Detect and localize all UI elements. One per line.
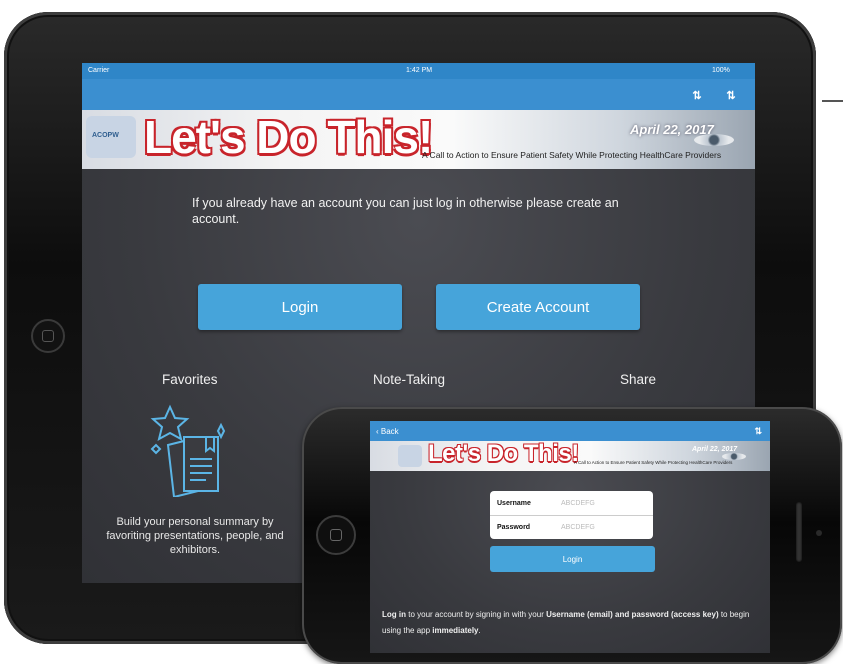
username-label: Username bbox=[497, 499, 531, 507]
organization-logo bbox=[398, 445, 422, 467]
phone-screen: ‹ Back ⇅ Let's Do This! A Call to Action… bbox=[370, 421, 770, 653]
login-instructions: Log in to your account by signing in wit… bbox=[382, 610, 750, 635]
phone-speaker bbox=[796, 502, 802, 562]
login-form: Username Password bbox=[490, 491, 653, 539]
login-button[interactable]: Login bbox=[198, 284, 402, 330]
username-row: Username bbox=[490, 491, 653, 515]
filter-icon[interactable]: ⇅ bbox=[724, 89, 738, 103]
phone-login-button[interactable]: Login bbox=[490, 546, 655, 572]
feature-title-share: Share bbox=[620, 372, 657, 387]
password-input[interactable] bbox=[559, 523, 653, 532]
tablet-navbar: ⇅ ⇅ bbox=[82, 79, 755, 110]
phone-banner-date: April 22, 2017 bbox=[692, 446, 738, 453]
carrier-label: Carrier bbox=[88, 67, 110, 74]
eye-image bbox=[694, 134, 734, 146]
phone-navbar: ‹ Back ⇅ bbox=[370, 421, 770, 441]
intro-text: If you already have an account you can j… bbox=[192, 196, 619, 226]
side-divider bbox=[822, 100, 843, 102]
status-bar: Carrier 1:42 PM 100% bbox=[82, 63, 755, 79]
favorites-document-star-icon bbox=[150, 404, 226, 497]
username-input[interactable] bbox=[559, 498, 653, 508]
battery-label: 100% bbox=[712, 67, 730, 74]
phone-camera bbox=[816, 530, 822, 536]
phone-event-banner: Let's Do This! A Call to Action to Ensur… bbox=[370, 441, 770, 471]
sort-icon[interactable]: ⇅ bbox=[690, 89, 704, 103]
tablet-home-button[interactable] bbox=[31, 319, 65, 353]
feature-title-note-taking: Note-Taking bbox=[373, 372, 446, 387]
phone-banner-title: Let's Do This! bbox=[428, 441, 579, 467]
organization-logo: ACOPW bbox=[86, 116, 136, 158]
favorites-description: Build your personal summary by favoritin… bbox=[106, 516, 284, 556]
password-label: Password bbox=[497, 524, 531, 531]
feature-title-favorites: Favorites bbox=[162, 372, 218, 387]
phone-banner-tagline: A Call to Action to Ensure Patient Safet… bbox=[574, 460, 733, 465]
event-banner: ACOPW Let's Do This! A Call to Action to… bbox=[82, 110, 755, 169]
password-row: Password bbox=[490, 515, 653, 539]
eye-image bbox=[722, 453, 746, 460]
sort-icon[interactable]: ⇅ bbox=[754, 426, 762, 437]
back-button[interactable]: ‹ Back bbox=[376, 427, 399, 436]
phone-home-button[interactable] bbox=[316, 515, 356, 555]
create-account-button[interactable]: Create Account bbox=[436, 284, 640, 330]
banner-title: Let's Do This! bbox=[144, 111, 433, 163]
clock-label: 1:42 PM bbox=[406, 67, 433, 74]
banner-tagline: A Call to Action to Ensure Patient Safet… bbox=[422, 150, 722, 160]
